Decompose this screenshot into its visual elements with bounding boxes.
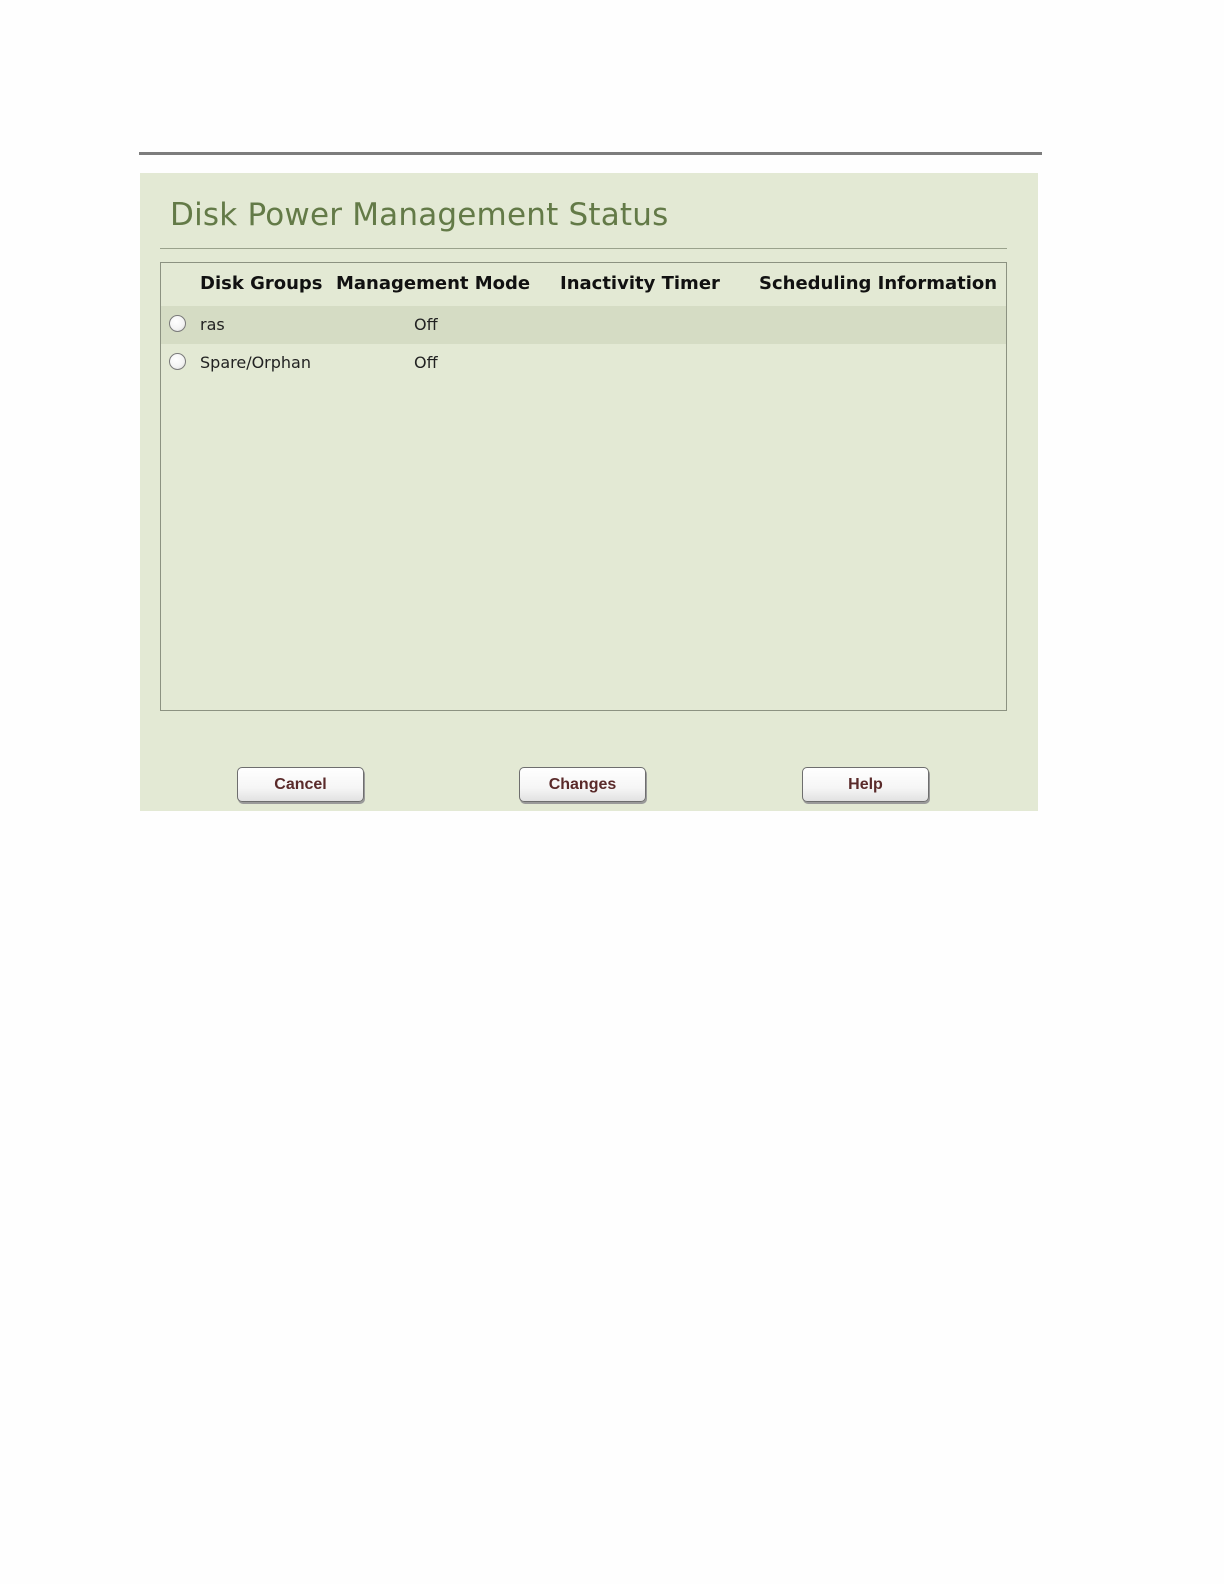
title-divider	[160, 248, 1007, 249]
header-inactivity-timer: Inactivity Timer	[560, 273, 720, 294]
top-divider	[139, 152, 1042, 155]
disk-group-name: ras	[200, 315, 225, 334]
page-title: Disk Power Management Status	[170, 197, 669, 233]
management-mode-value: Off	[414, 315, 438, 334]
disk-power-management-panel: Disk Power Management Status Disk Groups…	[140, 173, 1038, 811]
table-header-row: Disk Groups Management Mode Inactivity T…	[161, 263, 1006, 304]
disk-group-name: Spare/Orphan	[200, 353, 311, 372]
row-select-radio[interactable]	[169, 353, 186, 370]
help-button[interactable]: Help	[802, 767, 929, 802]
header-disk-groups: Disk Groups	[200, 273, 323, 294]
table-row[interactable]: Spare/Orphan Off	[161, 344, 1006, 382]
row-select-radio[interactable]	[169, 315, 186, 332]
cancel-button[interactable]: Cancel	[237, 767, 364, 802]
table-row[interactable]: ras Off	[161, 306, 1006, 344]
management-mode-value: Off	[414, 353, 438, 372]
header-scheduling-information: Scheduling Information	[759, 273, 998, 294]
changes-button[interactable]: Changes	[519, 767, 646, 802]
header-management-mode: Management Mode	[336, 273, 531, 294]
disk-groups-table: Disk Groups Management Mode Inactivity T…	[160, 262, 1007, 711]
